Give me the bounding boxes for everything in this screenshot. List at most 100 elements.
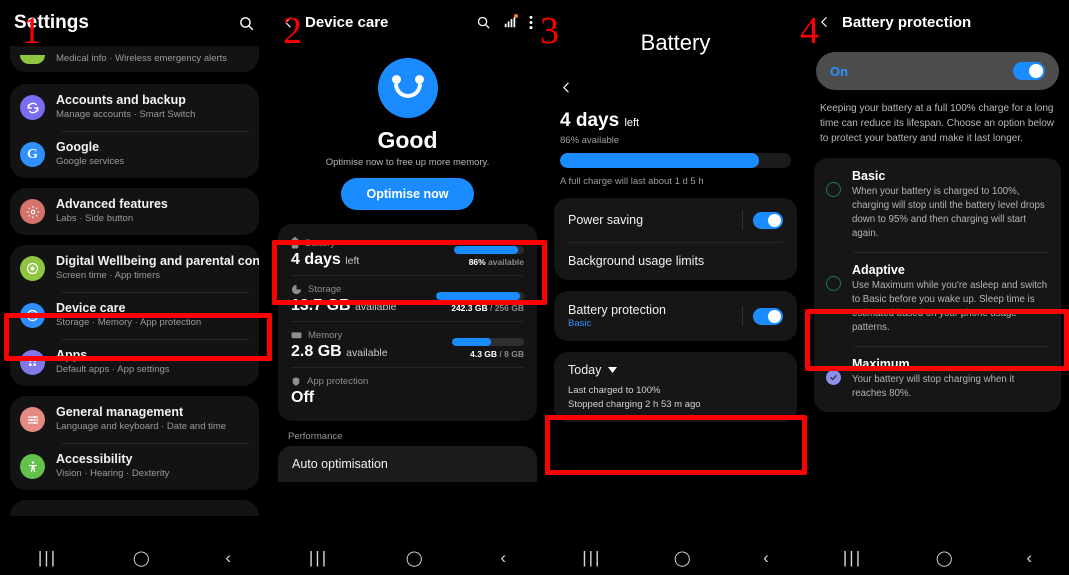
search-icon[interactable] — [238, 15, 255, 32]
stat-unit: available — [355, 301, 397, 313]
power-saving-toggle[interactable] — [753, 211, 783, 229]
nav-home-button[interactable]: ◯ — [133, 549, 150, 567]
nav-recents-button[interactable]: ||| — [309, 548, 328, 568]
sidebar-item-accounts-and-backup[interactable]: Accounts and backup Manage accounts · Sm… — [10, 84, 259, 131]
nav-home-button[interactable]: ◯ — [674, 549, 691, 567]
stat-value: 2.8 GB — [291, 343, 342, 360]
option-basic[interactable]: Basic When your battery is charged to 10… — [814, 158, 1061, 252]
stat-label-text: Storage — [308, 284, 342, 295]
stat-battery[interactable]: Battery 4 days left 86% available — [278, 228, 537, 275]
battery-protection-description: Keeping your battery at a full 100% char… — [820, 103, 1055, 144]
nav-recents-button[interactable]: ||| — [582, 548, 601, 568]
last-charged-line: Last charged to 100% — [568, 385, 661, 396]
nav-recents-button[interactable]: ||| — [843, 548, 862, 568]
stat-value: Off — [291, 389, 315, 406]
nav-back-button[interactable]: ‹ — [500, 548, 506, 568]
nav-back-button[interactable]: ‹ — [763, 548, 769, 568]
panel-settings: Settings Medical info · Wireless emergen… — [0, 0, 269, 575]
list-item-title: Advanced features — [56, 197, 168, 211]
radio-unselected-icon[interactable] — [826, 276, 841, 291]
list-item-title: Google — [56, 140, 100, 154]
status-hint: Optimise now to free up more memory. — [325, 157, 490, 168]
stat-caption-rest: / 8 GB — [497, 349, 524, 359]
master-toggle[interactable] — [1013, 62, 1045, 80]
sidebar-item-google[interactable]: G Google Google services — [10, 131, 259, 178]
list-item-partial[interactable]: Medical info · Wireless emergency alerts — [10, 46, 259, 72]
battery-bar — [454, 246, 524, 254]
nav-home-button[interactable]: ◯ — [936, 549, 953, 567]
radio-unselected-icon[interactable] — [826, 182, 841, 197]
today-dropdown[interactable]: Today — [568, 363, 783, 377]
settings-list: Medical info · Wireless emergency alerts… — [0, 46, 269, 516]
row-sublabel: Basic — [568, 318, 592, 329]
nav-recents-button[interactable]: ||| — [38, 548, 57, 568]
sidebar-item-general-management[interactable]: General management Language and keyboard… — [10, 396, 259, 443]
row-battery-protection[interactable]: Battery protection Basic — [554, 291, 797, 341]
battery-protection-toggle[interactable] — [753, 307, 783, 325]
nav-back-button[interactable]: ‹ — [225, 548, 231, 568]
battery-history-card: Today Last charged to 100% Stopped charg… — [554, 352, 797, 422]
memory-bar — [452, 338, 524, 346]
accessibility-icon — [20, 454, 45, 479]
page-title: Device care — [305, 13, 389, 31]
today-label: Today — [568, 363, 602, 377]
signal-bars-icon[interactable] — [503, 14, 518, 29]
back-icon[interactable] — [818, 15, 831, 29]
annotation-number-4: 4 — [800, 10, 819, 52]
gear-icon — [20, 199, 45, 224]
option-maximum[interactable]: Maximum Your battery will stop charging … — [814, 346, 1061, 412]
google-icon: G — [20, 142, 45, 167]
battery-protection-master-toggle-row[interactable]: On — [816, 52, 1059, 90]
stat-unit: available — [346, 347, 388, 359]
settings-group-next-partial — [10, 500, 259, 516]
status-badge: Good — [377, 127, 438, 153]
settings-group-device: Digital Wellbeing and parental controls … — [10, 245, 259, 386]
sidebar-item-advanced-features[interactable]: Advanced features Labs · Side button — [10, 188, 259, 235]
device-status-summary: Good Optimise now to free up more memory… — [270, 44, 545, 210]
stat-caption-rest: available — [485, 257, 524, 267]
stat-caption-bold: 86% — [468, 257, 486, 267]
option-adaptive[interactable]: Adaptive Use Maximum while you're asleep… — [814, 252, 1061, 346]
panel-device-care: Device care Good Optimise now to free up… — [270, 0, 545, 575]
auto-optimisation-row[interactable]: Auto optimisation — [278, 446, 537, 482]
option-description: Use Maximum while you're asleep and swit… — [852, 280, 1048, 333]
sidebar-item-device-care[interactable]: Device care Storage · Memory · App prote… — [10, 292, 259, 339]
back-icon[interactable] — [546, 56, 805, 100]
option-title: Maximum — [852, 357, 910, 371]
option-title: Basic — [852, 169, 886, 183]
nav-home-button[interactable]: ◯ — [406, 549, 423, 567]
settings-group-accounts: Accounts and backup Manage accounts · Sm… — [10, 84, 259, 178]
navbar: ||| ◯ ‹ — [270, 541, 545, 575]
nav-back-button[interactable]: ‹ — [1026, 548, 1032, 568]
row-label: Battery protection — [568, 303, 666, 317]
stat-app-protection[interactable]: App protection Off — [278, 367, 537, 413]
list-item-title: Accessibility — [56, 452, 133, 466]
row-power-saving[interactable]: Power saving — [554, 198, 797, 242]
battery-summary: 4 days left 86% available A full charge … — [546, 100, 805, 187]
list-item-title: Device care — [56, 301, 126, 315]
list-item-subtitle: Default apps · App settings — [56, 364, 170, 375]
list-item-title: Apps — [56, 348, 88, 362]
sidebar-item-digital-wellbeing[interactable]: Digital Wellbeing and parental controls … — [10, 245, 259, 292]
row-background-usage-limits[interactable]: Background usage limits — [554, 242, 797, 280]
stat-value: 13.7 GB — [291, 297, 351, 314]
battery-days-unit: left — [624, 117, 640, 129]
sidebar-item-apps[interactable]: Apps Default apps · App settings — [10, 339, 259, 386]
battery-protection-options: Basic When your battery is charged to 10… — [814, 158, 1061, 412]
sliders-icon — [20, 407, 45, 432]
stat-storage[interactable]: Storage 13.7 GB available 242.3 GB / 256… — [278, 275, 537, 321]
stat-memory[interactable]: Memory 2.8 GB available 4.3 GB / 8 GB — [278, 321, 537, 367]
screenshot-stage: Settings Medical info · Wireless emergen… — [0, 0, 1069, 575]
sidebar-item-accessibility[interactable]: Accessibility Vision · Hearing · Dexteri… — [10, 443, 259, 490]
wellbeing-icon — [20, 256, 45, 281]
search-icon[interactable] — [476, 15, 491, 30]
panel-battery: Battery 4 days left 86% available A full… — [546, 0, 805, 575]
stat-label-text: App protection — [307, 376, 369, 387]
battery-protection-card: Battery protection Basic — [554, 291, 797, 341]
radio-selected-check-icon[interactable] — [826, 370, 841, 385]
optimise-now-button[interactable]: Optimise now — [340, 178, 475, 210]
more-vertical-icon[interactable] — [529, 15, 533, 30]
page-title: Battery protection — [842, 13, 972, 31]
storage-bar — [436, 292, 524, 300]
battery-available: 86% available — [560, 135, 620, 146]
